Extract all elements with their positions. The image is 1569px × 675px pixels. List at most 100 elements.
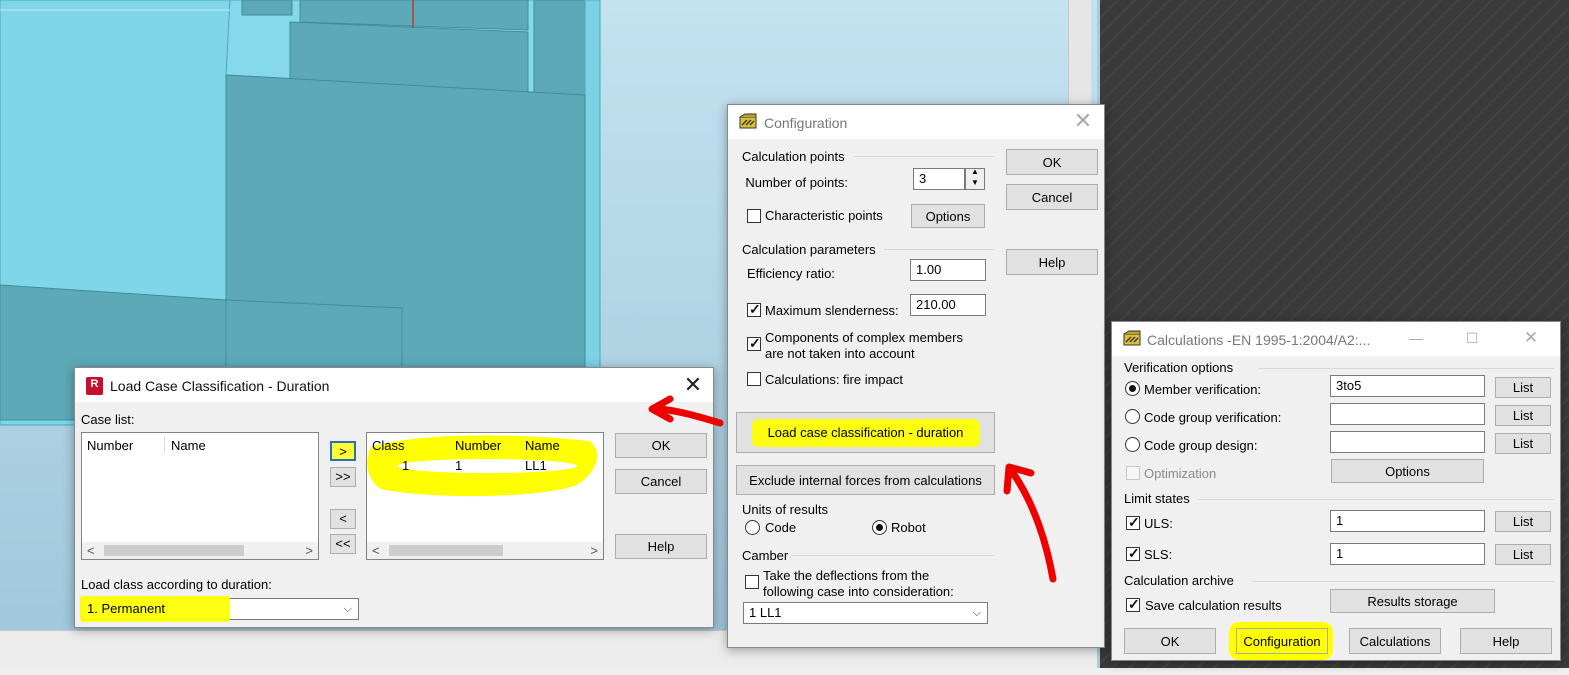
calculations-button[interactable]: Calculations — [1349, 628, 1441, 654]
column-header-number[interactable]: Number — [87, 438, 133, 453]
cell-number: 1 — [455, 458, 463, 473]
load-class-label: Load class according to duration: — [81, 577, 272, 592]
maximum-slenderness-checkbox[interactable] — [747, 301, 761, 318]
load-case-classification-label: Load case classification - duration — [767, 425, 964, 440]
member-verification-radio[interactable] — [1125, 381, 1140, 396]
efficiency-ratio-input[interactable]: 1.00 — [910, 259, 986, 281]
move-one-left-button[interactable]: < — [330, 509, 356, 529]
code-group-verification-input[interactable] — [1330, 403, 1485, 425]
calculation-archive-group: Calculation archive — [1124, 573, 1234, 588]
options-button[interactable]: Options — [911, 204, 985, 228]
move-all-right-button[interactable]: >> — [330, 467, 356, 487]
results-storage-button[interactable]: Results storage — [1330, 589, 1495, 613]
scroll-thumb[interactable] — [389, 545, 503, 556]
save-results-checkbox[interactable] — [1126, 596, 1140, 613]
group-divider — [854, 156, 994, 157]
uls-input[interactable]: 1 — [1330, 510, 1485, 532]
code-group-design-input[interactable] — [1330, 431, 1485, 453]
scroll-left-icon[interactable]: < — [372, 543, 380, 558]
number-of-points-text: Number of points: — [745, 175, 848, 190]
group-divider — [884, 249, 994, 250]
case-list-label: Case list: — [81, 412, 135, 427]
list-item[interactable]: 1 1 LL1 — [367, 457, 603, 475]
code-group-design-list-button[interactable]: List — [1495, 433, 1551, 454]
units-of-results-group: Units of results — [742, 502, 828, 517]
scroll-right-icon[interactable]: > — [305, 543, 313, 558]
member-verification-input[interactable]: 3to5 — [1330, 375, 1485, 397]
close-icon[interactable]: ✕ — [1519, 327, 1543, 349]
help-button[interactable]: Help — [1460, 628, 1552, 654]
uls-list-button[interactable]: List — [1495, 511, 1551, 532]
group-divider — [1198, 499, 1554, 500]
scroll-right-icon[interactable]: > — [590, 543, 598, 558]
number-of-points-spinner[interactable]: ▲ ▼ — [965, 167, 985, 190]
maximize-icon[interactable]: ☐ — [1460, 327, 1484, 349]
code-group-verification-list-button[interactable]: List — [1495, 405, 1551, 426]
ok-button[interactable]: OK — [1124, 628, 1216, 654]
camber-label-line2: following case into consideration: — [763, 584, 954, 599]
horizontal-scrollbar[interactable]: < > — [367, 542, 603, 559]
calculations-titlebar[interactable]: Calculations -EN 1995-1:2004/A2:... — ☐ … — [1112, 322, 1560, 356]
horizontal-scrollbar[interactable]: < > — [82, 542, 318, 559]
column-header-name[interactable]: Name — [171, 438, 206, 453]
camber-case-select[interactable]: 1 LL1 ⌵ — [743, 602, 988, 624]
available-cases-list[interactable]: Number Name < > — [81, 432, 319, 560]
ok-button[interactable]: OK — [1006, 149, 1098, 175]
spin-down-icon[interactable]: ▼ — [971, 178, 979, 187]
group-divider — [1252, 581, 1554, 582]
configuration-titlebar[interactable]: Configuration ✕ — [728, 105, 1104, 139]
code-group-verification-label: Code group verification: — [1144, 410, 1282, 425]
optimization-label: Optimization — [1144, 466, 1217, 481]
close-icon[interactable]: ✕ — [1071, 110, 1095, 132]
scroll-thumb[interactable] — [104, 545, 244, 556]
number-of-points-input[interactable]: 3 — [913, 168, 965, 190]
scroll-left-icon[interactable]: < — [87, 543, 95, 558]
group-divider — [1258, 368, 1554, 369]
sls-checkbox[interactable] — [1126, 545, 1140, 562]
unit-code-radio[interactable] — [745, 520, 760, 535]
load-class-select[interactable]: 1. Permanent ⌵ — [80, 596, 359, 622]
code-group-design-radio[interactable] — [1125, 437, 1140, 452]
column-header-class[interactable]: Class — [372, 438, 405, 453]
uls-checkbox[interactable] — [1126, 514, 1140, 531]
member-list-button[interactable]: List — [1495, 377, 1551, 398]
configuration-button[interactable]: Configuration — [1236, 628, 1328, 654]
help-button[interactable]: Help — [615, 534, 707, 559]
complex-members-checkbox[interactable] — [747, 335, 761, 352]
minimize-icon[interactable]: — — [1404, 327, 1428, 349]
help-button[interactable]: Help — [1006, 249, 1098, 275]
cell-class: 1 — [402, 458, 410, 473]
spin-up-icon[interactable]: ▲ — [971, 167, 979, 176]
cell-name: LL1 — [525, 458, 547, 473]
column-header-number[interactable]: Number — [455, 438, 501, 453]
fire-impact-checkbox[interactable] — [747, 372, 761, 386]
limit-states-group: Limit states — [1124, 491, 1190, 506]
camber-label-line1: Take the deflections from the — [763, 568, 930, 583]
member-verification-label: Member verification: — [1144, 382, 1262, 397]
maximum-slenderness-input[interactable]: 210.00 — [910, 294, 986, 316]
complex-members-label-line2: are not taken into account — [765, 346, 915, 361]
code-group-design-label: Code group design: — [1144, 438, 1258, 453]
options-button[interactable]: Options — [1331, 459, 1484, 483]
cancel-button[interactable]: Cancel — [615, 469, 707, 494]
move-all-left-button[interactable]: << — [330, 534, 356, 554]
close-icon[interactable]: ✕ — [681, 374, 705, 396]
classified-cases-list[interactable]: Class Number Name 1 1 LL1 < > — [366, 432, 604, 560]
unit-robot-label: Robot — [891, 520, 926, 535]
sls-list-button[interactable]: List — [1495, 544, 1551, 565]
camber-checkbox[interactable] — [745, 575, 759, 589]
ok-button[interactable]: OK — [615, 433, 707, 458]
camber-group: Camber — [742, 548, 789, 563]
sls-input[interactable]: 1 — [1330, 543, 1485, 565]
cancel-button[interactable]: Cancel — [1006, 184, 1098, 210]
sls-label: SLS: — [1144, 547, 1173, 562]
unit-robot-radio[interactable] — [872, 520, 887, 535]
load-case-titlebar[interactable]: R Load Case Classification - Duration ✕ — [75, 368, 713, 402]
characteristic-points-checkbox[interactable] — [747, 209, 761, 223]
load-case-classification-button[interactable]: Load case classification - duration — [736, 412, 995, 453]
exclude-internal-forces-button[interactable]: Exclude internal forces from calculation… — [736, 465, 995, 495]
column-header-name[interactable]: Name — [525, 438, 560, 453]
code-group-verification-radio[interactable] — [1125, 409, 1140, 424]
move-one-right-button[interactable]: > — [330, 441, 356, 461]
configuration-title: Configuration — [764, 115, 848, 131]
